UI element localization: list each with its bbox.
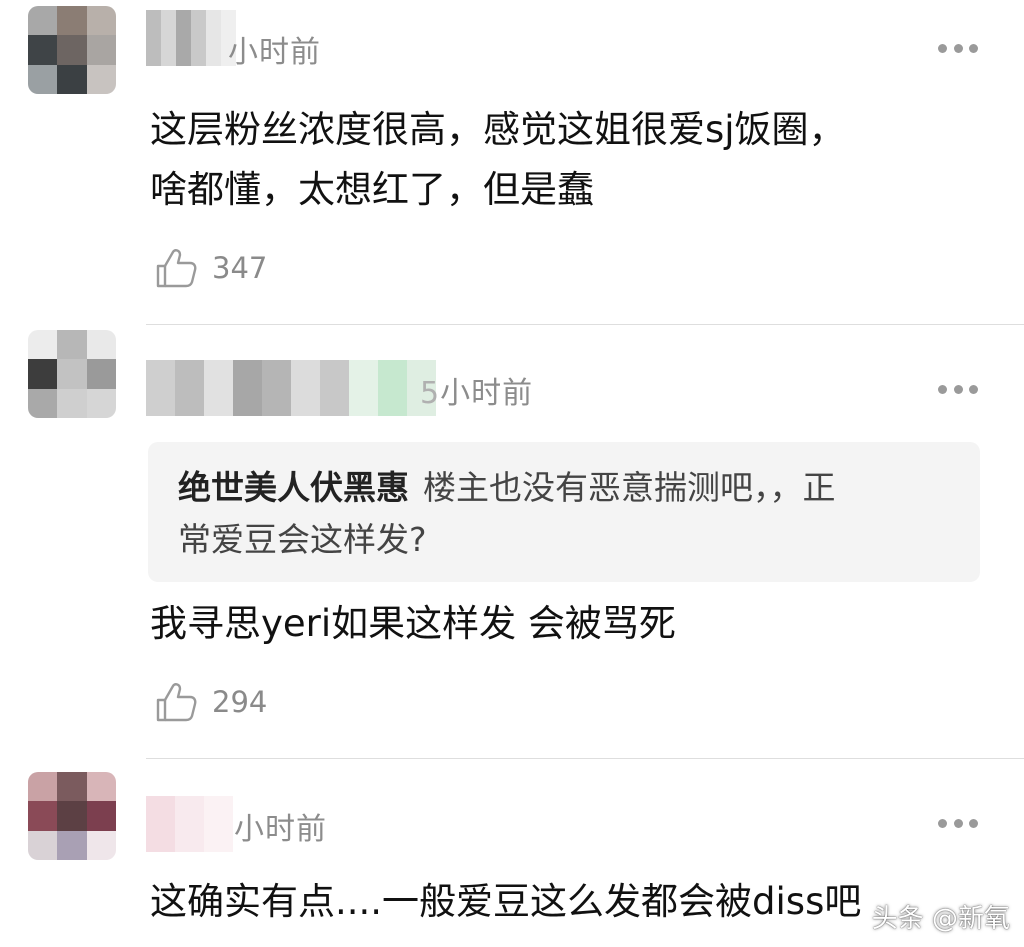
avatar-pixel	[57, 830, 87, 860]
timestamp: 5小时前	[420, 376, 534, 411]
name-mosaic-block	[291, 360, 320, 416]
avatar-pixel	[86, 6, 116, 36]
avatar-pixel	[86, 359, 116, 389]
avatar-pixel	[57, 772, 87, 802]
name-mosaic-block	[175, 796, 204, 852]
name-mosaic-block	[378, 360, 407, 416]
name-mosaic-block	[262, 360, 291, 416]
avatar-pixel	[57, 64, 87, 94]
avatar-pixel	[28, 6, 58, 36]
avatar-pixel	[86, 801, 116, 831]
watermark: 头条 @新氧	[871, 904, 1010, 934]
name-mosaic-block	[146, 10, 161, 66]
more-dots-icon	[938, 43, 947, 53]
like-count: 294	[212, 685, 268, 719]
avatar-pixel	[86, 772, 116, 802]
avatar-pixel	[57, 35, 87, 65]
name-mosaic-block	[320, 360, 349, 416]
avatar-pixel	[28, 330, 58, 360]
avatar[interactable]	[28, 6, 116, 94]
username-censored[interactable]	[146, 796, 234, 852]
timestamp: 小时前	[234, 812, 327, 847]
avatar-pixel	[28, 388, 58, 418]
divider	[146, 758, 1024, 759]
avatar-pixel	[28, 830, 58, 860]
name-mosaic-block	[204, 796, 233, 852]
like-button[interactable]: 294	[152, 678, 267, 726]
avatar-pixel	[28, 801, 58, 831]
quoted-reply[interactable]: 绝世美人伏黑惠 楼主也没有恶意揣测吧，，正 常爱豆会这样发?	[148, 442, 980, 582]
avatar-pixel	[86, 64, 116, 94]
more-options-button[interactable]	[938, 43, 978, 53]
avatar-pixel	[57, 388, 87, 418]
avatar-pixel	[28, 359, 58, 389]
avatar-pixel	[57, 801, 87, 831]
name-mosaic-block	[349, 360, 378, 416]
like-button[interactable]: 347	[152, 244, 267, 292]
quote-author[interactable]: 绝世美人伏黑惠	[178, 468, 409, 507]
username-censored[interactable]	[146, 360, 436, 416]
avatar-pixel	[28, 772, 58, 802]
avatar-pixel	[86, 330, 116, 360]
avatar[interactable]	[28, 330, 116, 418]
avatar-pixel	[28, 64, 58, 94]
more-dots-icon	[938, 818, 947, 828]
more-dots-icon	[938, 384, 947, 394]
thumbs-up-icon	[156, 249, 197, 288]
quote-text: 楼主也没有恶意揣测吧，，正	[423, 468, 836, 507]
comment-text: 这层粉丝浓度很高，感觉这姐很爱sj饭圈， 啥都懂，太想红了，但是蠢	[150, 108, 846, 211]
avatar[interactable]	[28, 772, 116, 860]
thumbs-up-icon	[156, 683, 197, 722]
more-options-button[interactable]	[938, 384, 978, 394]
name-mosaic-block	[233, 360, 262, 416]
avatar-pixel	[86, 35, 116, 65]
divider	[146, 324, 1024, 325]
avatar-pixel	[57, 6, 87, 36]
timestamp: 小时前	[228, 35, 321, 70]
name-mosaic-block	[175, 360, 204, 416]
name-mosaic-block	[176, 10, 191, 66]
name-mosaic-block	[204, 360, 233, 416]
name-mosaic-block	[191, 10, 206, 66]
avatar-pixel	[86, 388, 116, 418]
avatar-pixel	[57, 359, 87, 389]
name-mosaic-block	[206, 10, 221, 66]
name-mosaic-block	[146, 796, 175, 852]
name-mosaic-block	[146, 360, 175, 416]
username-censored[interactable]	[146, 10, 236, 66]
more-options-button[interactable]	[938, 818, 978, 828]
name-mosaic-block	[161, 10, 176, 66]
avatar-pixel	[86, 830, 116, 860]
like-count: 347	[212, 251, 268, 285]
comment-text: 我寻思yeri如果这样发 会被骂死	[150, 602, 676, 645]
avatar-pixel	[28, 35, 58, 65]
avatar-pixel	[57, 330, 87, 360]
